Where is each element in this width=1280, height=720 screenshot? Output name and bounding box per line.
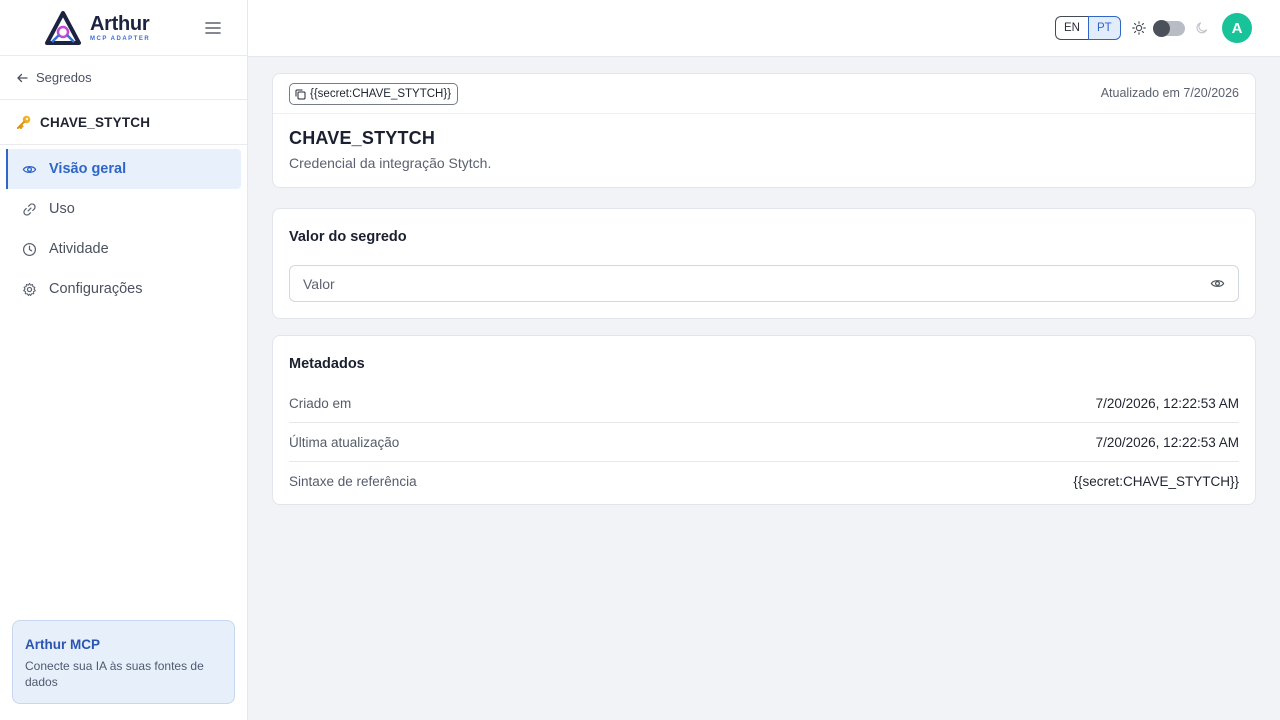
eye-icon — [1210, 280, 1224, 287]
moon-icon — [1196, 22, 1208, 34]
toggle-visibility-button[interactable] — [1209, 276, 1225, 292]
hamburger-icon — [205, 22, 221, 34]
sidebar: Arthur MCP ADAPTER Segredos CHAVE_STYTCH — [0, 0, 248, 720]
nav-item-label: Visão geral — [49, 161, 127, 177]
menu-button[interactable] — [202, 17, 224, 39]
language-switcher: EN PT — [1055, 16, 1121, 40]
brand-subtitle: MCP ADAPTER — [90, 35, 151, 42]
secret-header-card-top: {{secret:CHAVE_STYTCH}} Atualizado em 7/… — [273, 74, 1255, 114]
nav-item-overview[interactable]: Visão geral — [6, 149, 241, 189]
arrow-left-icon — [17, 73, 28, 82]
secret-nav: Visão geral Uso Atividade Configurações — [0, 145, 247, 313]
copy-icon — [295, 89, 306, 99]
nav-item-label: Configurações — [49, 281, 143, 297]
updated-timestamp: Atualizado em 7/20/2026 — [1100, 86, 1239, 100]
metadata-key: Sintaxe de referência — [289, 474, 417, 489]
sun-icon — [1132, 21, 1146, 35]
page-title: CHAVE_STYTCH — [289, 128, 436, 148]
promo-title: Arthur MCP — [25, 637, 100, 652]
secret-name: CHAVE_STYTCH — [40, 114, 151, 130]
reference-chip-label: {{secret:CHAVE_STYTCH}} — [310, 88, 452, 100]
promo-description: Conecte sua IA às suas fontes de dados — [25, 659, 204, 689]
metadata-row-reference: Sintaxe de referência {{secret:CHAVE_STY… — [289, 462, 1239, 501]
theme-toggle-knob — [1153, 20, 1170, 37]
arthur-logo-icon — [45, 10, 81, 45]
secret-header: CHAVE_STYTCH — [0, 100, 247, 145]
brand-name: Arthur — [90, 12, 150, 35]
user-avatar[interactable]: A — [1222, 13, 1252, 43]
metadata-row-created: Criado em 7/20/2026, 12:22:53 AM — [289, 384, 1239, 423]
nav-item-activity[interactable]: Atividade — [6, 229, 241, 269]
language-en-button[interactable]: EN — [1055, 16, 1088, 40]
metadata-value: 7/20/2026, 12:22:53 AM — [1095, 395, 1239, 411]
promo-card: Arthur MCP Conecte sua IA às suas fontes… — [12, 620, 235, 704]
metadata-card: Metadados Criado em 7/20/2026, 12:22:53 … — [272, 335, 1256, 505]
gear-icon — [23, 282, 36, 296]
back-to-secrets-link[interactable]: Segredos — [0, 56, 247, 100]
topbar: EN PT A — [248, 0, 1280, 57]
nav-item-label: Uso — [49, 201, 75, 217]
language-pt-button[interactable]: PT — [1087, 16, 1121, 40]
secret-value-card: Valor do segredo — [272, 208, 1256, 319]
back-link-label: Segredos — [36, 70, 92, 85]
nav-item-label: Atividade — [49, 241, 109, 257]
metadata-list: Criado em 7/20/2026, 12:22:53 AM Última … — [289, 384, 1239, 501]
metadata-value: {{secret:CHAVE_STYTCH}} — [1073, 474, 1239, 489]
theme-toggle[interactable] — [1153, 20, 1185, 37]
eye-icon — [22, 165, 37, 173]
secret-value-input[interactable] — [303, 275, 1209, 292]
secret-description: Credencial da integração Stytch. — [289, 155, 492, 171]
nav-item-settings[interactable]: Configurações — [6, 269, 241, 309]
metadata-key: Criado em — [289, 395, 352, 411]
secret-value-heading: Valor do segredo — [289, 229, 407, 245]
brand: Arthur MCP ADAPTER — [0, 0, 247, 56]
link-icon — [23, 202, 36, 216]
metadata-key: Última atualização — [289, 434, 400, 450]
secret-value-field — [289, 265, 1239, 302]
metadata-row-updated: Última atualização 7/20/2026, 12:22:53 A… — [289, 423, 1239, 462]
clock-icon — [22, 242, 37, 256]
metadata-heading: Metadados — [289, 356, 365, 372]
secret-header-card: {{secret:CHAVE_STYTCH}} Atualizado em 7/… — [272, 73, 1256, 188]
key-icon — [17, 115, 31, 129]
nav-item-usage[interactable]: Uso — [6, 189, 241, 229]
copy-reference-button[interactable]: {{secret:CHAVE_STYTCH}} — [289, 83, 459, 105]
metadata-value: 7/20/2026, 12:22:53 AM — [1095, 434, 1239, 450]
